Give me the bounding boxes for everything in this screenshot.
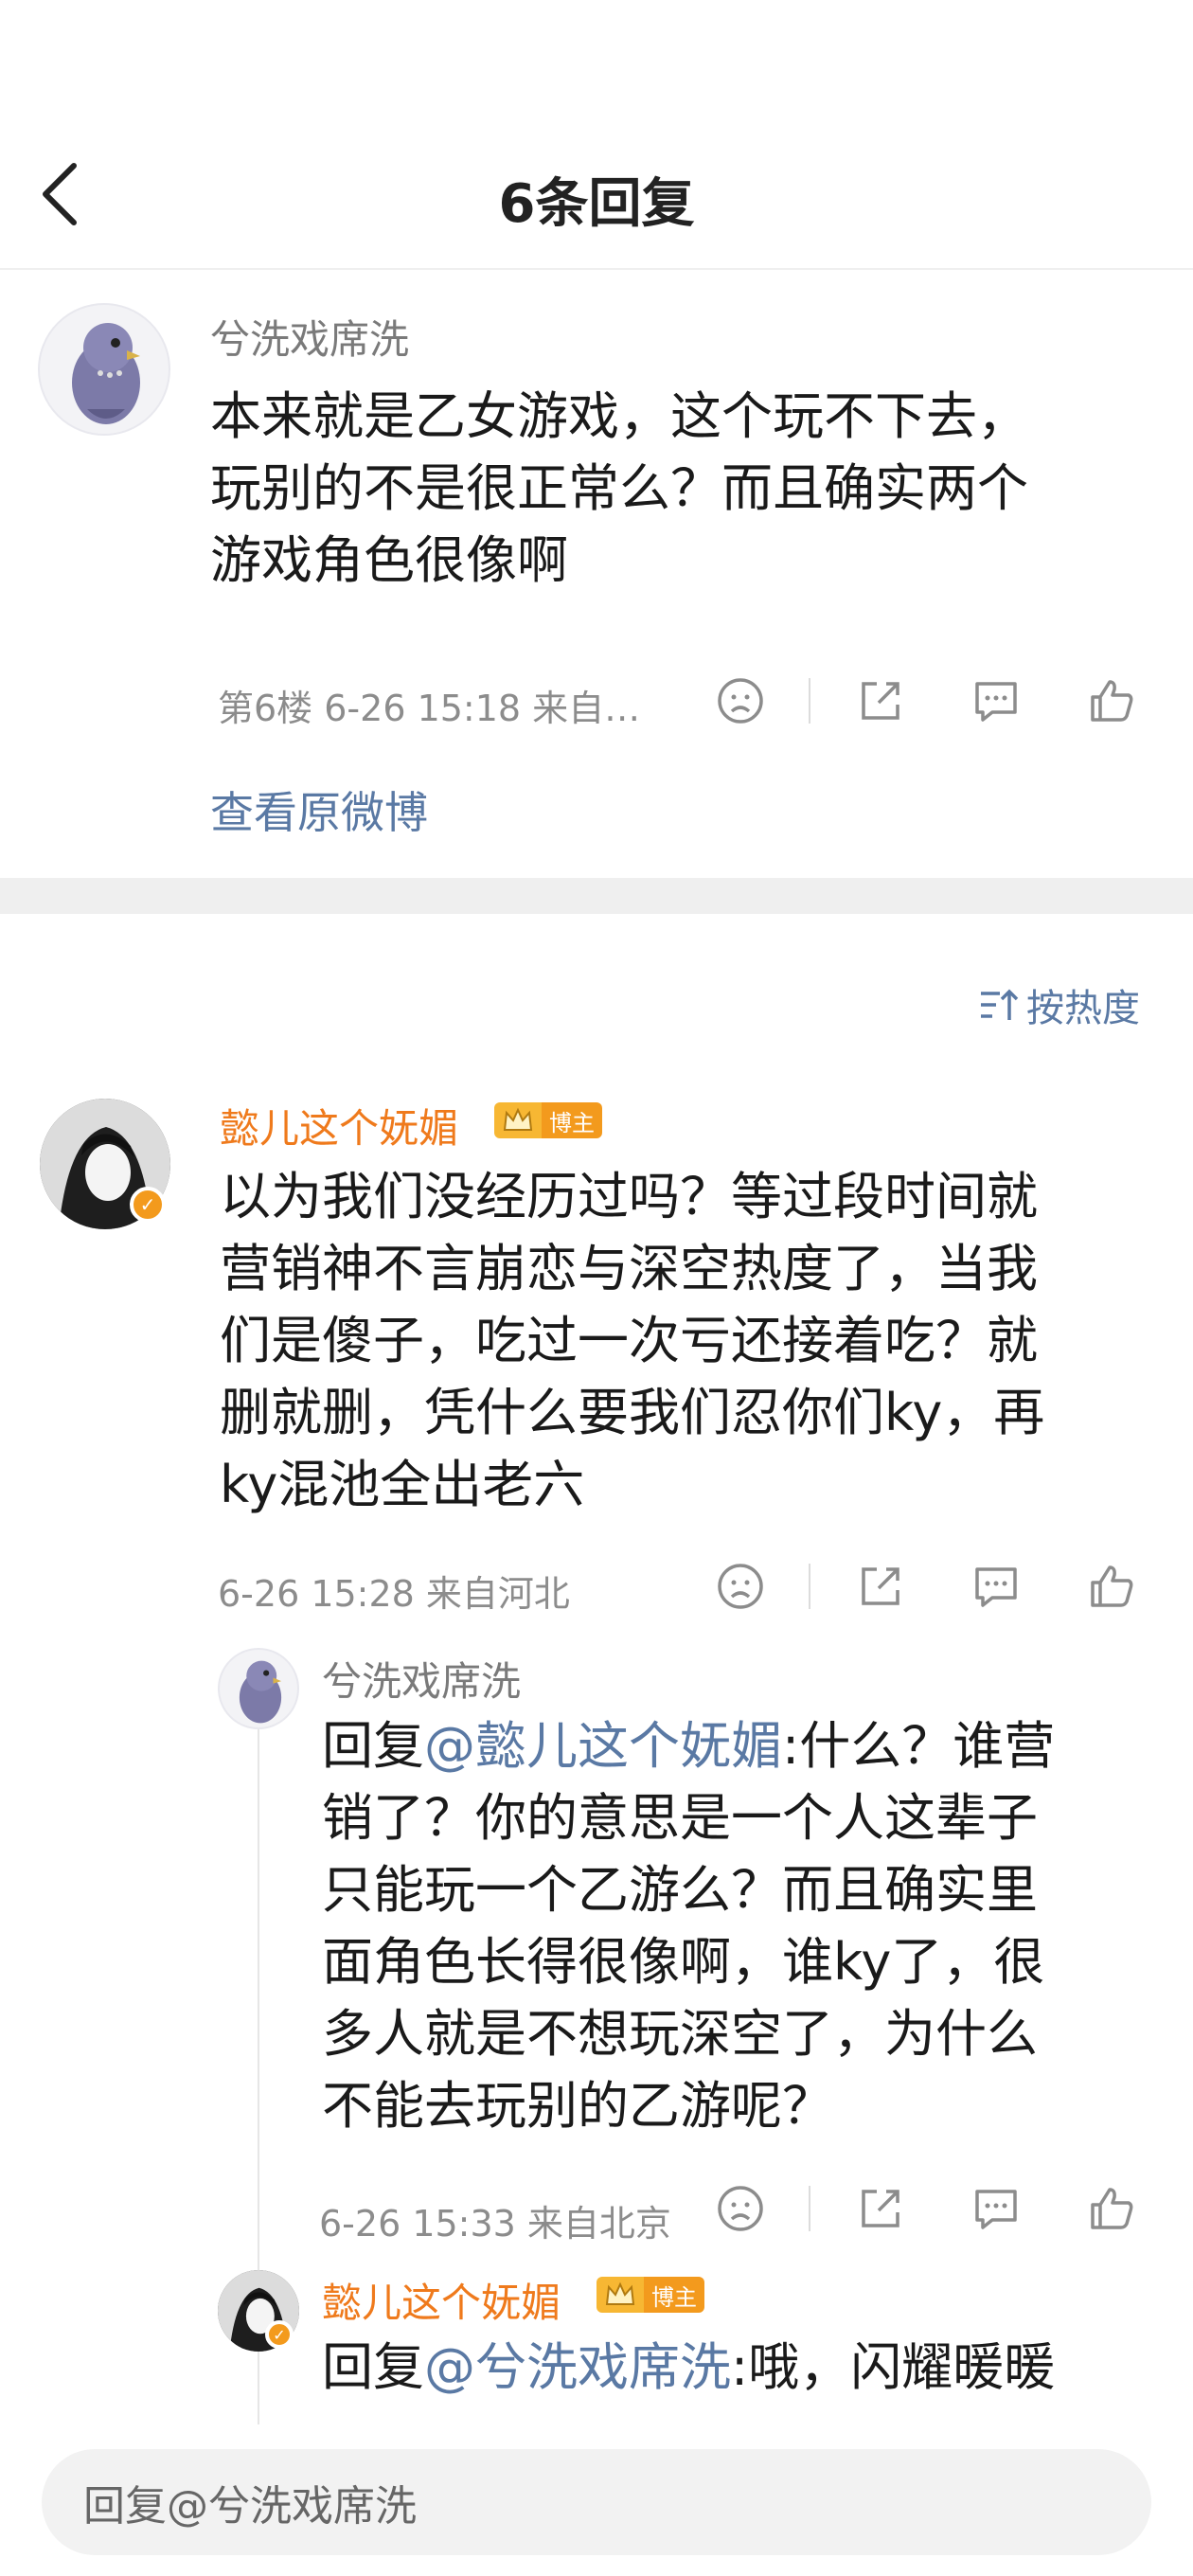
section-divider — [0, 878, 1193, 914]
text-line: ky混池全出老六 — [220, 1455, 585, 1514]
comment-text: 本来就是乙女游戏，这个玩不下去， 玩别的不是很正常么？而且确实两个 游戏角色很像… — [210, 381, 1028, 597]
dislike-button[interactable] — [712, 2180, 769, 2237]
dislike-button[interactable] — [712, 1558, 769, 1615]
share-button[interactable] — [852, 2180, 909, 2237]
divider — [809, 1564, 810, 1609]
text-line: 本来就是乙女游戏，这个玩不下去， — [210, 386, 1028, 446]
text-line: 以为我们没经历过吗？等过段时间就 — [220, 1167, 1038, 1226]
comment-icon — [975, 682, 1017, 722]
sort-icon — [981, 989, 1019, 1020]
bozhu-label: 博主 — [542, 1102, 602, 1138]
like-button[interactable] — [1083, 672, 1140, 729]
comment-icon — [975, 1567, 1017, 1607]
bird-avatar-icon — [72, 323, 140, 424]
share-icon — [862, 2190, 899, 2227]
action-bar — [712, 672, 1140, 729]
text-line: 不能去玩别的乙游呢？ — [322, 2076, 833, 2136]
author-name[interactable]: 懿儿这个妩媚 — [220, 1097, 458, 1154]
like-button[interactable] — [1083, 2180, 1140, 2237]
bozhu-label: 博主 — [644, 2277, 704, 2313]
author-name[interactable]: 兮洗戏席洗 — [322, 1650, 521, 1708]
author-name[interactable]: 懿儿这个妩媚 — [322, 2271, 561, 2329]
author-name[interactable]: 兮洗戏席洗 — [210, 308, 409, 366]
reply-text: 回复@懿儿这个妩媚:什么？谁营 销了？你的意思是一个人这辈子 只能玩一个乙游么？… — [322, 1710, 1055, 2142]
verified-icon: ✓ — [139, 1193, 156, 1216]
mention-link[interactable]: @懿儿这个妩媚 — [424, 1716, 782, 1776]
dislike-icon — [718, 1564, 763, 1609]
comment-icon — [975, 2190, 1017, 2229]
dislike-icon — [718, 678, 763, 724]
text-line: 销了？你的意思是一个人这辈子 — [322, 1788, 1038, 1848]
crown-icon — [596, 2277, 644, 2313]
comment-button[interactable] — [968, 672, 1024, 729]
reply-meta: 6-26 15:33 来自北京 — [319, 2203, 671, 2245]
comment-button[interactable] — [968, 2180, 1024, 2237]
crown-icon — [494, 1102, 542, 1138]
text-line: 玩别的不是很正常么？而且确实两个 — [210, 458, 1028, 518]
divider — [809, 2186, 810, 2231]
sort-label: 按热度 — [1026, 987, 1140, 1030]
text-line: 回复@懿儿这个妩媚:什么？谁营 — [322, 1710, 1055, 1782]
dislike-button[interactable] — [712, 672, 769, 729]
view-original-link[interactable]: 查看原微博 — [210, 778, 428, 841]
comment-text: 以为我们没经历过吗？等过段时间就 营销神不言崩恋与深空热度了，当我 们是傻子，吃… — [220, 1161, 1044, 1521]
share-button[interactable] — [852, 672, 909, 729]
like-button[interactable] — [1083, 1558, 1140, 1615]
action-bar — [712, 2180, 1140, 2237]
comment-meta: 第6楼 6-26 15:18 来自… — [218, 688, 641, 729]
verified-badge: ✓ — [265, 2320, 294, 2349]
dislike-icon — [718, 2186, 763, 2231]
comment-meta: 6-26 15:28 来自河北 — [218, 1573, 570, 1615]
sort-button[interactable]: 按热度 — [977, 977, 1140, 1032]
text-line: 只能玩一个乙游么？而且确实里 — [322, 1860, 1038, 1920]
text-line: 多人就是不想玩深空了，为什么 — [322, 2004, 1038, 2064]
text-line: 营销神不言崩恋与深空热度了，当我 — [220, 1239, 1038, 1298]
action-bar — [712, 1558, 1140, 1615]
like-icon — [1091, 1565, 1133, 1607]
like-icon — [1091, 680, 1133, 722]
like-icon — [1091, 2188, 1133, 2229]
reply-text: 回复@兮洗戏席洗:哦，闪耀暖暖 — [322, 2332, 1055, 2404]
text-line: 回复@兮洗戏席洗:哦，闪耀暖暖 — [322, 2332, 1055, 2404]
text-fragment: :什么？谁营 — [782, 1716, 1056, 1776]
reply-prefix: 回复 — [322, 1716, 424, 1776]
reply-input-placeholder: 回复@兮洗戏席洗 — [83, 2482, 417, 2531]
original-comment: 兮洗戏席洗 本来就是乙女游戏，这个玩不下去， 玩别的不是很正常么？而且确实两个 … — [0, 272, 1193, 878]
text-line: 游戏角色很像啊 — [210, 530, 568, 590]
author-badge: 博主 — [494, 1102, 602, 1138]
text-line: 删就删，凭什么要我们忍你们ky，再 — [220, 1383, 1045, 1442]
text-fragment: :哦，闪耀暖暖 — [731, 2337, 1056, 2397]
text-line: 们是傻子，吃过一次亏还接着吃？就 — [220, 1311, 1038, 1370]
page-title: 6条回复 — [498, 173, 695, 235]
share-button[interactable] — [852, 1558, 909, 1615]
text-line: 面角色长得很像啊，谁ky了，很 — [322, 1932, 1045, 1992]
mention-link[interactable]: @兮洗戏席洗 — [424, 2337, 731, 2397]
comment-button[interactable] — [968, 1558, 1024, 1615]
author-badge: 博主 — [596, 2277, 704, 2313]
top-bar: 6条回复 — [0, 0, 1193, 270]
avatar[interactable] — [218, 1648, 299, 1729]
share-icon — [862, 682, 899, 720]
reply-input[interactable]: 回复@兮洗戏席洗 — [42, 2449, 1151, 2555]
share-icon — [862, 1567, 899, 1605]
verified-icon: ✓ — [273, 2325, 286, 2344]
avatar[interactable] — [38, 303, 170, 436]
verified-badge: ✓ — [130, 1187, 166, 1223]
divider — [809, 678, 810, 724]
reply-prefix: 回复 — [322, 2337, 424, 2397]
bird-avatar-icon — [239, 1660, 282, 1724]
